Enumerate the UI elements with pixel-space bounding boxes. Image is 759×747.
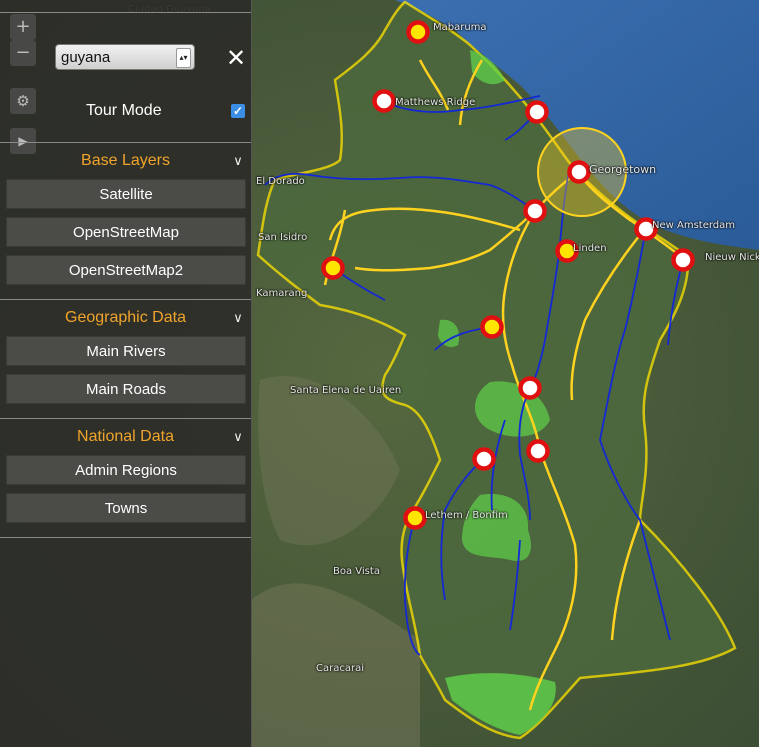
section-title-geographic-data[interactable]: Geographic Data xyxy=(0,309,251,327)
place-label: Lethem / Bonfim xyxy=(425,510,508,521)
layer-button-openstreetmap2[interactable]: OpenStreetMap2 xyxy=(6,255,246,285)
gear-icon[interactable]: ⚙ xyxy=(10,88,36,114)
control-panel: + − ⚙ ▶ guyana ▴▾ ✕ Tour Mode ✓ Base Lay… xyxy=(0,0,252,747)
divider xyxy=(0,12,251,13)
town-marker[interactable] xyxy=(472,447,496,471)
town-marker[interactable] xyxy=(523,199,547,223)
place-label: Linden xyxy=(573,243,607,254)
layer-button-admin-regions[interactable]: Admin Regions xyxy=(6,455,246,485)
zoom-out-button[interactable]: − xyxy=(10,40,36,66)
chevron-down-icon[interactable]: ∨ xyxy=(229,431,247,445)
section-title-national-data[interactable]: National Data xyxy=(0,428,251,446)
layer-button-openstreetmap[interactable]: OpenStreetMap xyxy=(6,217,246,247)
place-label: El Dorado xyxy=(256,176,305,187)
chevron-down-icon[interactable]: ∨ xyxy=(229,312,247,326)
place-label: San Isidro xyxy=(258,232,308,243)
close-button[interactable]: ✕ xyxy=(222,44,250,72)
play-icon[interactable]: ▶ xyxy=(10,128,36,154)
divider xyxy=(0,418,251,419)
divider xyxy=(0,142,251,143)
layer-button-towns[interactable]: Towns xyxy=(6,493,246,523)
town-marker[interactable] xyxy=(406,20,430,44)
layer-button-main-rivers[interactable]: Main Rivers xyxy=(6,336,246,366)
place-label: Georgetown xyxy=(589,163,657,176)
place-label: Mabaruma xyxy=(433,22,487,33)
town-marker[interactable] xyxy=(671,248,695,272)
divider xyxy=(0,299,251,300)
town-marker[interactable] xyxy=(567,160,591,184)
section-title-base-layers[interactable]: Base Layers xyxy=(0,152,251,170)
country-select-value: guyana xyxy=(61,49,111,66)
layer-button-main-roads[interactable]: Main Roads xyxy=(6,374,246,404)
place-label: Santa Elena de Uairen xyxy=(290,385,402,396)
town-marker[interactable] xyxy=(518,376,542,400)
place-label: Nieuw Nickerie xyxy=(705,252,759,263)
town-marker[interactable] xyxy=(321,256,345,280)
tour-mode-label: Tour Mode xyxy=(86,102,162,119)
place-label: Boa Vista xyxy=(333,566,380,577)
place-label: New Amsterdam xyxy=(652,220,736,231)
town-marker[interactable] xyxy=(372,89,396,113)
town-marker[interactable] xyxy=(480,315,504,339)
town-marker[interactable] xyxy=(526,439,550,463)
chevron-down-icon[interactable]: ∨ xyxy=(229,155,247,169)
place-label: Caracarai xyxy=(316,663,364,674)
zoom-in-button[interactable]: + xyxy=(10,14,36,40)
layer-button-satellite[interactable]: Satellite xyxy=(6,179,246,209)
chevron-down-icon[interactable]: ▴▾ xyxy=(176,48,191,68)
town-marker[interactable] xyxy=(525,100,549,124)
divider xyxy=(0,537,251,538)
town-marker[interactable] xyxy=(403,506,427,530)
place-label: Matthews Ridge xyxy=(395,97,476,108)
tour-mode-checkbox[interactable]: ✓ xyxy=(231,104,245,118)
place-label: Kamarang xyxy=(256,288,308,299)
country-select[interactable]: guyana ▴▾ xyxy=(55,44,195,70)
